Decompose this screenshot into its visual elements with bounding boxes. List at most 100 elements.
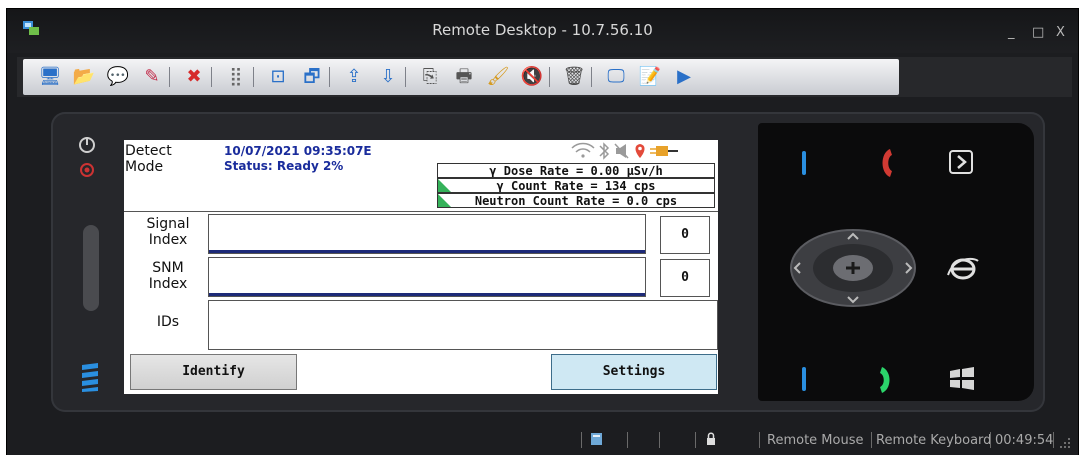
- lock-icon: [707, 432, 715, 445]
- status-readout: Status: Ready 2%: [224, 159, 344, 173]
- right-softkey-icon[interactable]: [802, 367, 806, 391]
- left-softkey-icon[interactable]: [802, 151, 806, 175]
- location-icon: [635, 144, 645, 158]
- signal-index-bar: [208, 214, 646, 254]
- mute-icon: 🔇: [520, 66, 544, 87]
- device-keypad-panel: [758, 123, 1034, 401]
- device-button[interactable]: 🖶: [451, 64, 477, 90]
- status-separator: [1053, 432, 1054, 448]
- connect-button[interactable]: 🖥: [37, 64, 63, 90]
- status-icons: [571, 142, 678, 160]
- download-button[interactable]: ⇩: [375, 64, 401, 90]
- window-title: Remote Desktop - 10.7.56.10: [432, 21, 653, 39]
- speaker-grille: [83, 225, 99, 311]
- edit-icon: 📝: [638, 66, 662, 87]
- fit-screen-button[interactable]: ⊡: [265, 64, 291, 90]
- record-indicator-icon: [80, 163, 94, 177]
- resize-grip-icon[interactable]: [1059, 437, 1071, 449]
- fit-screen-icon: ⊡: [270, 66, 286, 87]
- remote-mouse-status[interactable]: Remote Mouse: [767, 433, 863, 448]
- pen-button[interactable]: ✎: [139, 64, 165, 90]
- neutron-rate-box: Neutron Count Rate = 0.0 cps: [437, 193, 715, 208]
- status-separator: [695, 432, 696, 448]
- full-screen-icon: 🗗: [303, 66, 321, 87]
- mute-button[interactable]: 🔇: [519, 64, 545, 90]
- grid-button[interactable]: ⣿: [223, 64, 249, 90]
- remote-desktop-window: Remote Desktop - 10.7.56.10 _ □ X 🖥 📂 💬 ✎ ✖ ⣿…: [6, 8, 1079, 455]
- disconnect-button[interactable]: ✖: [181, 64, 207, 90]
- maximize-button[interactable]: □: [1032, 25, 1044, 40]
- open-folder-button[interactable]: 📂: [71, 64, 97, 90]
- bubble-icon: 💬: [106, 66, 130, 87]
- snm-index-label: SNM Index: [128, 260, 208, 292]
- signal-index-baseline: [209, 250, 645, 253]
- datetime-readout: 10/07/2021 09:35:07E: [224, 144, 372, 158]
- toolbar-separator: [329, 67, 330, 87]
- ids-label: IDs: [156, 314, 180, 330]
- bubble-button[interactable]: 💬: [105, 64, 131, 90]
- monitor-button[interactable]: 🖵: [603, 64, 629, 90]
- device-screen: Detect Mode 10/07/2021 09:35:07E Status:…: [124, 140, 718, 394]
- play-icon: ▶: [677, 66, 691, 87]
- signal-index-value: 0: [660, 216, 710, 254]
- status-separator: [759, 432, 760, 448]
- edit-button[interactable]: 📝: [637, 64, 663, 90]
- clipboard-icon: [591, 433, 602, 445]
- copy-icon: ⎘: [422, 66, 438, 87]
- play-button[interactable]: ▶: [671, 64, 697, 90]
- signal-index-label-line2: Index: [148, 232, 188, 248]
- end-call-icon[interactable]: [876, 147, 896, 179]
- toolbar: 🖥 📂 💬 ✎ ✖ ⣿ ⊡ 🗗 ⇪ ⇩ ⎘ 🖶 🖌 🔇 🗑 🖵 📝 ▶: [17, 57, 1072, 97]
- upload-icon: ⇪: [346, 66, 362, 87]
- mode-label-line1: Detect: [125, 143, 172, 159]
- close-button[interactable]: X: [1056, 25, 1065, 40]
- minimize-button[interactable]: _: [1008, 25, 1015, 40]
- count-rate-readout: γ Count Rate = 134 cps: [496, 179, 656, 193]
- neutron-rate-readout: Neutron Count Rate = 0.0 cps: [474, 194, 678, 208]
- toolbar-separator: [169, 67, 170, 87]
- toolbar-separator: [253, 67, 254, 87]
- pen-icon: ✎: [144, 66, 160, 87]
- snm-index-label-line1: SNM: [152, 260, 184, 276]
- call-icon[interactable]: [876, 365, 896, 395]
- download-icon: ⇩: [380, 66, 396, 87]
- snm-index-value: 0: [660, 259, 710, 297]
- status-bar: Remote Mouse Remote Keyboard 00:49:54: [7, 423, 1078, 455]
- toolbar-separator: [211, 67, 212, 87]
- toolbar-separator: [591, 67, 592, 87]
- ids-field[interactable]: [208, 300, 718, 350]
- settings-button[interactable]: Settings: [551, 354, 717, 390]
- status-separator: [659, 432, 660, 448]
- mode-label-line2: Mode: [125, 159, 164, 175]
- full-screen-button[interactable]: 🗗: [299, 64, 325, 90]
- status-separator: [871, 432, 872, 448]
- identify-button[interactable]: Identify: [130, 354, 297, 390]
- snm-index-label-line2: Index: [148, 276, 188, 292]
- status-separator: [581, 432, 582, 448]
- paint-icon: 🖌: [486, 66, 510, 87]
- upload-button[interactable]: ⇪: [341, 64, 367, 90]
- dpad-navigation[interactable]: [788, 227, 918, 309]
- trash-icon: 🗑: [562, 66, 586, 87]
- internet-explorer-icon[interactable]: [946, 253, 980, 283]
- dose-rate-readout: γ Dose Rate = 0.00 μSv/h: [437, 163, 715, 178]
- toolbar-separator: [549, 67, 550, 87]
- title-bar[interactable]: Remote Desktop - 10.7.56.10 _ □ X: [7, 9, 1078, 53]
- open-folder-icon: 📂: [72, 66, 96, 87]
- neutron-rate-indicator-icon: [438, 194, 451, 207]
- snm-index-bar: [208, 257, 646, 297]
- windows-logo-icon[interactable]: [79, 361, 101, 393]
- start-menu-icon[interactable]: [948, 367, 976, 391]
- next-icon[interactable]: [948, 149, 974, 175]
- trash-button[interactable]: 🗑: [561, 64, 587, 90]
- monitor-icon: 🖵: [607, 66, 625, 87]
- copy-button[interactable]: ⎘: [417, 64, 443, 90]
- wifi-icon: [571, 142, 595, 158]
- status-separator: [990, 432, 991, 448]
- header-divider: [124, 211, 718, 212]
- snm-index-baseline: [209, 293, 645, 296]
- paint-button[interactable]: 🖌: [485, 64, 511, 90]
- signal-index-label: Signal Index: [128, 216, 208, 248]
- remote-keyboard-status[interactable]: Remote Keyboard: [876, 433, 991, 448]
- signal-index-label-line1: Signal: [146, 216, 190, 232]
